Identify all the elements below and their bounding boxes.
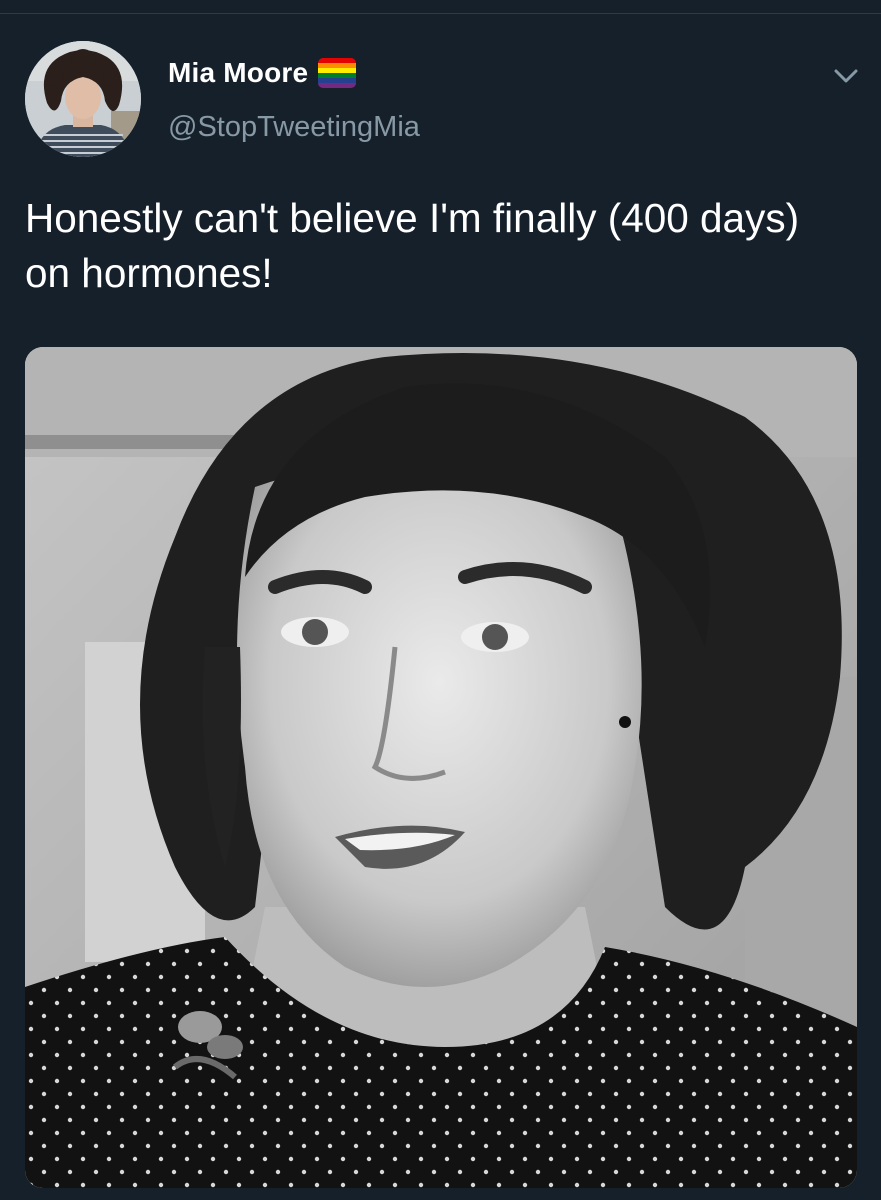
tweet-photo[interactable] bbox=[25, 347, 857, 1188]
tweet-text: Honestly can't believe I'm finally (400 … bbox=[25, 195, 800, 296]
author-name-row[interactable]: Mia Moore bbox=[168, 57, 357, 89]
chevron-down-icon[interactable] bbox=[828, 61, 864, 91]
author-handle[interactable]: @StopTweetingMia bbox=[168, 111, 420, 144]
author-display-name[interactable]: Mia Moore bbox=[168, 57, 308, 89]
tweet-card[interactable]: Mia Moore @StopTweetingMia Honestly can'… bbox=[0, 15, 881, 1200]
rainbow-pride-flag-icon bbox=[318, 58, 357, 88]
avatar[interactable] bbox=[25, 41, 141, 157]
flag-stripe bbox=[318, 83, 357, 88]
top-divider bbox=[0, 0, 881, 14]
